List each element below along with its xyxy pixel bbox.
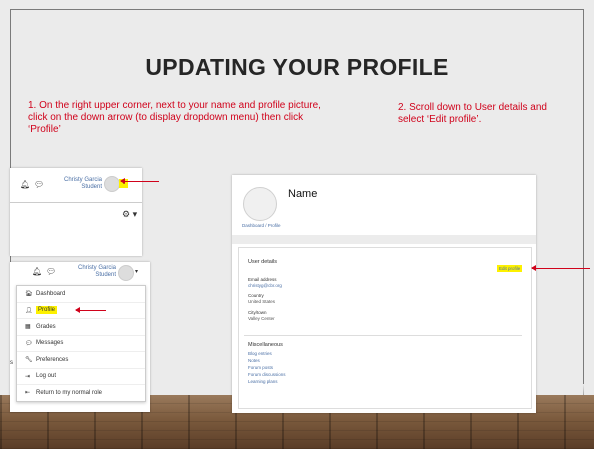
chat-icon: 💬︎ <box>25 340 33 347</box>
menu-item-dashboard[interactable]: 🏠︎ Dashboard <box>17 286 145 303</box>
menu-item-label: Return to my normal role <box>36 389 103 396</box>
menu-item-label: Log out <box>36 373 57 380</box>
wrench-icon: 🔧︎ <box>25 357 33 364</box>
user-details-heading: User details <box>248 259 278 265</box>
profile-name: Name <box>288 188 318 200</box>
arrow-to-caret <box>120 178 159 184</box>
user-name: Christy Garcia <box>77 265 116 271</box>
menu-item-return-role[interactable]: ⇤ Return to my normal role <box>17 385 145 401</box>
screenshot-profile-page: Name Dashboard / Profile User details Ed… <box>232 175 536 413</box>
city-value: Valley Center <box>248 316 275 321</box>
menu-item-label: Preferences <box>36 356 69 363</box>
user-role: Student <box>81 184 102 190</box>
country-value: United States <box>248 299 276 304</box>
misc-link-learning-plans[interactable]: Learning plans <box>248 379 278 385</box>
user-name-block[interactable]: Christy Garcia Student <box>58 265 116 279</box>
edit-profile-link[interactable]: Edit profile <box>497 265 523 272</box>
country-label: Country <box>248 293 264 298</box>
menu-item-label: Profile <box>36 306 58 315</box>
menu-item-messages[interactable]: 💬︎ Messages <box>17 336 145 352</box>
menu-item-label: Messages <box>36 340 64 347</box>
avatar[interactable] <box>118 265 134 281</box>
slide-title: UPDATING YOUR PROFILE <box>145 54 449 80</box>
email-value[interactable]: christyg@cbr.org <box>248 283 282 289</box>
table-icon: ▦ <box>25 324 31 331</box>
menu-item-preferences[interactable]: 🔧︎ Preferences <box>17 352 145 369</box>
chat-icon[interactable]: 💬︎ <box>34 180 44 189</box>
menu-item-log-out[interactable]: ⇥ Log out <box>17 369 145 385</box>
step-1-text: 1. On the right upper corner, next to yo… <box>28 100 321 135</box>
bell-icon[interactable]: 🔔︎ <box>32 267 42 276</box>
dashboard-icon: 🏠︎ <box>25 291 33 298</box>
user-role: Student <box>95 272 116 278</box>
return-icon: ⇤ <box>25 390 31 397</box>
misc-link-forum-posts[interactable]: Forum posts <box>248 365 273 371</box>
screenshot-dropdown-menu: 🔔︎ 💬︎ Christy Garcia Student ▾ 🏠︎ Dashbo… <box>10 262 150 412</box>
menu-item-label: Dashboard <box>36 290 66 297</box>
arrow-to-edit-profile <box>531 265 590 271</box>
user-name-block[interactable]: Christy Garcia Student <box>48 177 102 191</box>
section-divider <box>244 335 522 336</box>
user-dropdown-menu: 🏠︎ Dashboard 👤︎ Profile ▦ Grades 💬︎ Mess… <box>16 285 146 402</box>
misc-link-blog[interactable]: Blog entries <box>248 351 272 357</box>
misc-heading: Miscellaneous <box>248 342 283 348</box>
breadcrumb[interactable]: Dashboard / Profile <box>242 223 281 228</box>
user-icon: 👤︎ <box>25 307 33 314</box>
menu-item-grades[interactable]: ▦ Grades <box>17 319 145 336</box>
misc-link-forum-discussions[interactable]: Forum discussions <box>248 372 286 378</box>
misc-link-notes[interactable]: Notes <box>248 358 260 364</box>
menu-item-label: Grades <box>36 323 56 330</box>
gear-icon[interactable]: ⚙ ▾ <box>122 209 137 220</box>
slide: UPDATING YOUR PROFILE 1. On the right up… <box>0 0 594 449</box>
arrow-to-profile <box>75 307 106 313</box>
chevron-down-icon[interactable]: ▾ <box>135 268 138 275</box>
section-separator <box>232 235 536 244</box>
logout-icon: ⇥ <box>25 373 31 380</box>
divider <box>10 202 142 203</box>
profile-panel <box>238 247 532 409</box>
step-2-text: 2. Scroll down to User details and selec… <box>398 102 547 125</box>
user-name: Christy Garcia <box>63 177 102 183</box>
city-label: City/town <box>248 310 267 315</box>
chat-icon[interactable]: 💬︎ <box>46 267 56 276</box>
avatar[interactable] <box>104 176 120 192</box>
profile-avatar <box>243 187 277 221</box>
bell-icon[interactable]: 🔔︎ <box>20 180 30 189</box>
email-label: Email address <box>248 277 277 282</box>
side-fragment: s <box>10 360 13 366</box>
